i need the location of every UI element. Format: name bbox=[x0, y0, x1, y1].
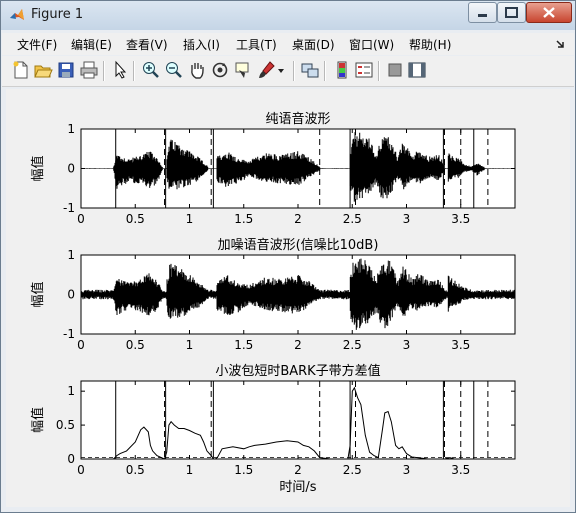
plots-svg: 0 0.5 1 1.5 2 2.5 3 3.5-101纯语音波形幅值0 0.5 1 1.5 2 2.5 3… bbox=[30, 111, 516, 495]
open-file-icon[interactable] bbox=[33, 60, 53, 80]
y-tick-label: 0 bbox=[67, 288, 75, 302]
x-tick-label: 3 bbox=[403, 338, 411, 352]
close-button[interactable] bbox=[526, 2, 572, 23]
y-tick-label: 0.5 bbox=[56, 418, 75, 432]
pan-hand-icon[interactable] bbox=[187, 60, 207, 80]
brush-dropdown-icon[interactable] bbox=[276, 60, 286, 80]
menu-tools[interactable]: 工具(T) bbox=[236, 36, 277, 53]
window-title: Figure 1 bbox=[31, 7, 84, 22]
y-axis-label: 幅值 bbox=[30, 281, 46, 307]
toolbar-separator bbox=[293, 61, 295, 81]
chart-title: 小波包短时BARK子带方差值 bbox=[215, 363, 380, 379]
maximize-icon bbox=[505, 7, 518, 18]
x-tick-label: 1.5 bbox=[234, 463, 253, 477]
x-tick-label: 2.5 bbox=[343, 338, 362, 352]
y-axis-label: 幅值 bbox=[30, 407, 46, 433]
y-tick-label: 1 bbox=[67, 248, 75, 262]
menu-desktop[interactable]: 桌面(D) bbox=[292, 36, 335, 53]
chart-title: 纯语音波形 bbox=[265, 111, 330, 127]
zoom-out-icon[interactable] bbox=[164, 60, 184, 80]
dock-arrow-icon[interactable] bbox=[555, 39, 567, 49]
x-tick-label: 3.5 bbox=[451, 338, 470, 352]
x-tick-label: 1.5 bbox=[234, 338, 253, 352]
x-tick-label: 2.5 bbox=[343, 463, 362, 477]
title-bar[interactable]: Figure 1 bbox=[1, 1, 575, 30]
chart-panel-3: 0 0.5 1 1.5 2 2.5 3 3.5 0 0.5 1 小波包短时BARK子带方差值幅值时间/… bbox=[30, 363, 516, 495]
minimize-icon bbox=[478, 14, 487, 17]
y-tick-label: 0 bbox=[67, 452, 75, 466]
menu-file[interactable]: 文件(F) bbox=[17, 36, 57, 53]
plot-area bbox=[81, 381, 515, 459]
x-tick-label: 2 bbox=[294, 212, 302, 226]
data-cursor-icon[interactable] bbox=[233, 60, 253, 80]
save-icon[interactable] bbox=[56, 60, 76, 80]
x-axis-label: 时间/s bbox=[279, 480, 316, 495]
y-tick-label: 0 bbox=[67, 162, 75, 176]
x-tick-label: 0.5 bbox=[126, 212, 145, 226]
menu-edit[interactable]: 编辑(E) bbox=[71, 36, 112, 53]
menu-bar: 文件(F) 编辑(E) 查看(V) 插入(I) 工具(T) 桌面(D) 窗口(W… bbox=[2, 33, 574, 55]
brush-icon[interactable] bbox=[257, 60, 277, 80]
zoom-in-icon[interactable] bbox=[141, 60, 161, 80]
close-icon bbox=[543, 7, 555, 18]
x-tick-label: 1 bbox=[186, 338, 194, 352]
x-tick-label: 3.5 bbox=[451, 212, 470, 226]
x-tick-label: 1 bbox=[186, 463, 194, 477]
rotate-3d-icon[interactable] bbox=[210, 60, 230, 80]
print-icon[interactable] bbox=[79, 60, 99, 80]
chart-panel-1: 0 0.5 1 1.5 2 2.5 3 3.5-101纯语音波形幅值 bbox=[30, 111, 516, 226]
toolbar-separator bbox=[378, 61, 380, 81]
maximize-button[interactable] bbox=[497, 2, 526, 23]
hide-plot-tools-icon[interactable] bbox=[385, 60, 405, 80]
toolbar-separator bbox=[103, 61, 105, 81]
x-tick-label: 0.5 bbox=[126, 338, 145, 352]
x-tick-label: 3 bbox=[403, 463, 411, 477]
x-tick-label: 3 bbox=[403, 212, 411, 226]
toolbar-separator bbox=[133, 61, 135, 81]
y-tick-label: -1 bbox=[63, 201, 75, 215]
insert-legend-icon[interactable] bbox=[354, 60, 374, 80]
minimize-button[interactable] bbox=[468, 2, 497, 23]
x-tick-label: 0.5 bbox=[126, 463, 145, 477]
x-tick-label: 2.5 bbox=[343, 212, 362, 226]
insert-colorbar-icon[interactable] bbox=[332, 60, 352, 80]
y-tick-label: -1 bbox=[63, 327, 75, 341]
chart-title: 加噪语音波形(信噪比10dB) bbox=[218, 237, 379, 253]
x-tick-label: 0 bbox=[77, 463, 85, 477]
link-plot-icon[interactable] bbox=[300, 60, 320, 80]
y-axis-label: 幅值 bbox=[30, 155, 46, 181]
x-tick-label: 2 bbox=[294, 338, 302, 352]
menu-insert[interactable]: 插入(I) bbox=[183, 36, 220, 53]
new-figure-icon[interactable] bbox=[11, 60, 31, 80]
x-tick-label: 0 bbox=[77, 212, 85, 226]
chart-panel-2: 0 0.5 1 1.5 2 2.5 3 3.5-101加噪语音波形(信噪比10dB)幅值 bbox=[30, 237, 516, 352]
x-tick-label: 2 bbox=[294, 463, 302, 477]
y-tick-label: 1 bbox=[67, 122, 75, 136]
show-plot-tools-icon[interactable] bbox=[407, 60, 427, 80]
menu-help[interactable]: 帮助(H) bbox=[409, 36, 451, 53]
x-tick-label: 0 bbox=[77, 338, 85, 352]
menu-window[interactable]: 窗口(W) bbox=[349, 36, 394, 53]
figure-canvas: 0 0.5 1 1.5 2 2.5 3 3.5 -1 0 1 纯语音波形 幅值 0 0.5 1 1.5 2 2.5 3… bbox=[6, 89, 570, 507]
x-tick-label: 3.5 bbox=[451, 463, 470, 477]
menu-view[interactable]: 查看(V) bbox=[126, 36, 168, 53]
x-tick-label: 1.5 bbox=[234, 212, 253, 226]
figure-toolbar bbox=[2, 56, 574, 87]
toolbar-separator bbox=[324, 61, 326, 81]
edit-plot-arrow-icon[interactable] bbox=[110, 60, 130, 80]
y-tick-label: 1 bbox=[67, 384, 75, 398]
x-tick-label: 1 bbox=[186, 212, 194, 226]
figure-window: Figure 1 文件(F) 编辑(E) 查看(V) 插入(I) 工具(T) 桌… bbox=[0, 0, 576, 513]
matlab-logo-icon bbox=[10, 9, 24, 20]
